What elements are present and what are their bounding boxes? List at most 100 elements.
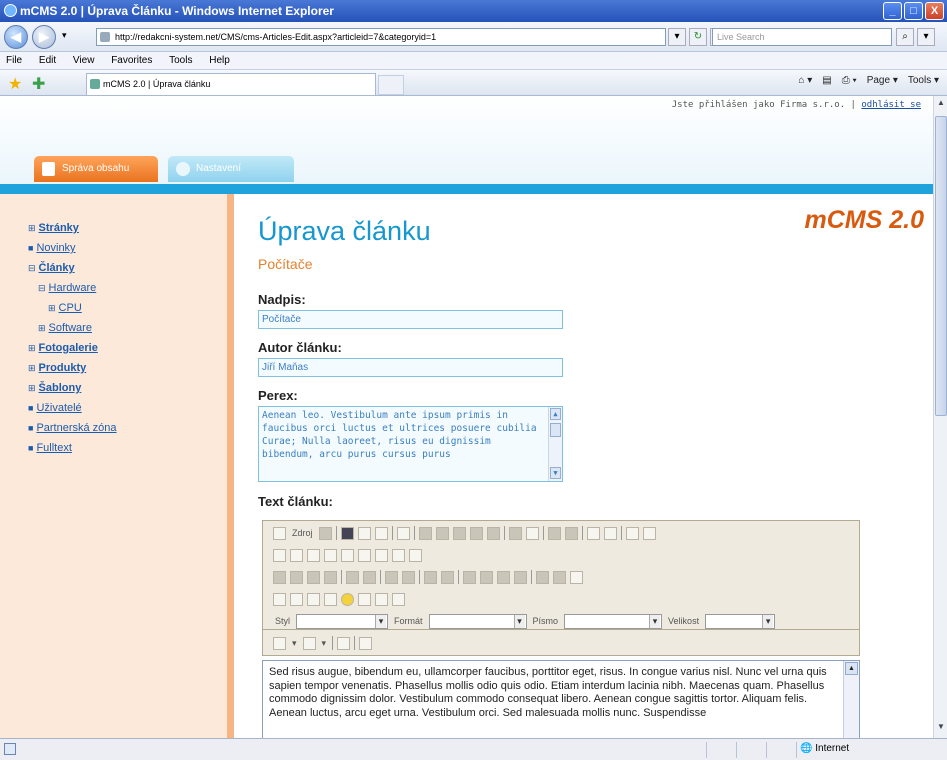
- print-icon[interactable]: [508, 526, 522, 540]
- expand-icon[interactable]: ⊞: [38, 323, 46, 333]
- sidebar-item-stranky[interactable]: ⊞ Stránky: [28, 218, 117, 238]
- menu-edit[interactable]: Edit: [39, 55, 56, 66]
- paste-icon[interactable]: [452, 526, 466, 540]
- spellcheck-icon[interactable]: [525, 526, 539, 540]
- page-break-icon[interactable]: [375, 592, 388, 606]
- new-page-icon[interactable]: [357, 526, 371, 540]
- radio-icon[interactable]: [307, 548, 320, 562]
- scroll-up-icon[interactable]: ▲: [935, 98, 947, 112]
- subscript-icon[interactable]: [346, 570, 359, 584]
- outdent-icon[interactable]: [424, 570, 437, 584]
- italic-icon[interactable]: [290, 570, 303, 584]
- search-options-icon[interactable]: ▾: [917, 28, 935, 46]
- scroll-thumb[interactable]: [550, 423, 561, 437]
- sidebar-item-produkty[interactable]: ⊞ Produkty: [28, 358, 117, 378]
- checkbox-icon[interactable]: [290, 548, 303, 562]
- menu-view[interactable]: View: [73, 55, 95, 66]
- paste-text-icon[interactable]: [469, 526, 483, 540]
- recent-pages-dropdown-icon[interactable]: ▾: [62, 30, 67, 41]
- scroll-up-icon[interactable]: ▲: [550, 408, 561, 420]
- favorites-star-icon[interactable]: ★: [8, 74, 22, 94]
- close-window-button[interactable]: X: [925, 2, 944, 20]
- select-all-icon[interactable]: [625, 526, 639, 540]
- align-right-icon[interactable]: [497, 570, 510, 584]
- preview-icon[interactable]: [374, 526, 388, 540]
- perex-scrollbar[interactable]: ▲ ▼: [548, 407, 562, 481]
- address-bar[interactable]: http://redakcni-system.net/CMS/cms-Artic…: [96, 28, 666, 46]
- page-menu-button[interactable]: Page ▾: [867, 75, 898, 86]
- sidebar-item-clanky[interactable]: ⊟ Články: [28, 258, 117, 278]
- copy-icon[interactable]: [435, 526, 449, 540]
- format-select[interactable]: [428, 613, 527, 629]
- button-icon[interactable]: [375, 548, 388, 562]
- menu-tools[interactable]: Tools: [169, 55, 192, 66]
- expand-icon[interactable]: ⊞: [28, 343, 36, 353]
- underline-icon[interactable]: [307, 570, 320, 584]
- align-left-icon[interactable]: [463, 570, 476, 584]
- replace-icon[interactable]: [603, 526, 617, 540]
- bold-icon[interactable]: [273, 570, 286, 584]
- paste-from-word-icon[interactable]: [486, 526, 500, 540]
- tools-menu-button[interactable]: Tools ▾: [908, 75, 939, 86]
- feeds-icon[interactable]: ▤: [822, 75, 831, 86]
- scroll-up-icon[interactable]: ▲: [845, 662, 858, 675]
- expand-icon[interactable]: ⊞: [28, 363, 36, 373]
- search-icon[interactable]: ⌕: [896, 28, 914, 46]
- editor-scrollbar[interactable]: ▲: [843, 661, 859, 738]
- collapse-icon[interactable]: ⊟: [38, 283, 46, 293]
- print-icon[interactable]: ⎙ ▾: [842, 75, 857, 86]
- table-icon[interactable]: [307, 592, 320, 606]
- save-icon[interactable]: [340, 526, 354, 540]
- media-icon[interactable]: [392, 592, 405, 606]
- redo-icon[interactable]: [564, 526, 578, 540]
- autor-input[interactable]: Jiří Maňas: [258, 358, 563, 377]
- sidebar-item-software[interactable]: ⊞ Software: [28, 318, 117, 338]
- flash-icon[interactable]: [290, 592, 303, 606]
- address-dropdown-icon[interactable]: ▾: [668, 28, 686, 46]
- templates-icon[interactable]: [318, 526, 332, 540]
- menu-favorites[interactable]: Favorites: [111, 55, 152, 66]
- add-favorite-icon[interactable]: ✚: [32, 74, 45, 94]
- remove-format-icon[interactable]: [642, 526, 656, 540]
- internet-zone-icon[interactable]: 🌐 Internet: [800, 743, 849, 754]
- find-icon[interactable]: [586, 526, 600, 540]
- tab-settings[interactable]: Nastavení: [168, 156, 294, 182]
- about-icon[interactable]: [359, 636, 373, 650]
- style-select[interactable]: [296, 613, 389, 629]
- sidebar-item-sablony[interactable]: ⊞ Šablony: [28, 378, 117, 398]
- scroll-down-icon[interactable]: ▼: [550, 467, 561, 479]
- anchor-icon[interactable]: [570, 570, 583, 584]
- cut-icon[interactable]: [418, 526, 432, 540]
- logout-link[interactable]: odhlásit se: [861, 100, 921, 110]
- editor-content-area[interactable]: Sed risus augue, bibendum eu, ullamcorpe…: [262, 660, 860, 738]
- tab-content-management[interactable]: Správa obsahu: [34, 156, 158, 182]
- search-input[interactable]: Live Search: [712, 28, 892, 46]
- sidebar-item-hardware[interactable]: ⊟ Hardware: [28, 278, 117, 298]
- expand-icon[interactable]: ⊞: [28, 383, 36, 393]
- nadpis-input[interactable]: Počítače: [258, 310, 563, 329]
- unordered-list-icon[interactable]: [402, 570, 415, 584]
- expand-icon[interactable]: ⊞: [48, 303, 56, 313]
- page-scroll-thumb[interactable]: [935, 116, 947, 416]
- align-justify-icon[interactable]: [514, 570, 527, 584]
- special-char-icon[interactable]: [358, 592, 371, 606]
- expand-icon[interactable]: ⊞: [28, 223, 36, 233]
- image-button-icon[interactable]: [392, 548, 405, 562]
- sidebar-item-fulltext[interactable]: ■ Fulltext: [28, 438, 117, 458]
- menu-help[interactable]: Help: [209, 55, 230, 66]
- font-select[interactable]: [564, 613, 663, 629]
- select-icon[interactable]: [358, 548, 371, 562]
- back-arrow-icon[interactable]: ◀: [4, 25, 28, 49]
- sidebar-item-uzivatele[interactable]: ■ Uživatelé: [28, 398, 117, 418]
- smiley-icon[interactable]: [341, 592, 354, 606]
- ordered-list-icon[interactable]: [385, 570, 398, 584]
- scroll-down-icon[interactable]: ▼: [935, 722, 947, 736]
- collapse-icon[interactable]: ⊟: [28, 263, 36, 273]
- superscript-icon[interactable]: [363, 570, 376, 584]
- size-select[interactable]: [705, 613, 776, 629]
- link-icon[interactable]: [536, 570, 549, 584]
- text-color-icon[interactable]: [273, 636, 286, 650]
- source-label[interactable]: Zdroj: [292, 528, 313, 538]
- sidebar-item-partnerska-zona[interactable]: ■ Partnerská zóna: [28, 418, 117, 438]
- maximize-editor-icon[interactable]: [337, 636, 351, 650]
